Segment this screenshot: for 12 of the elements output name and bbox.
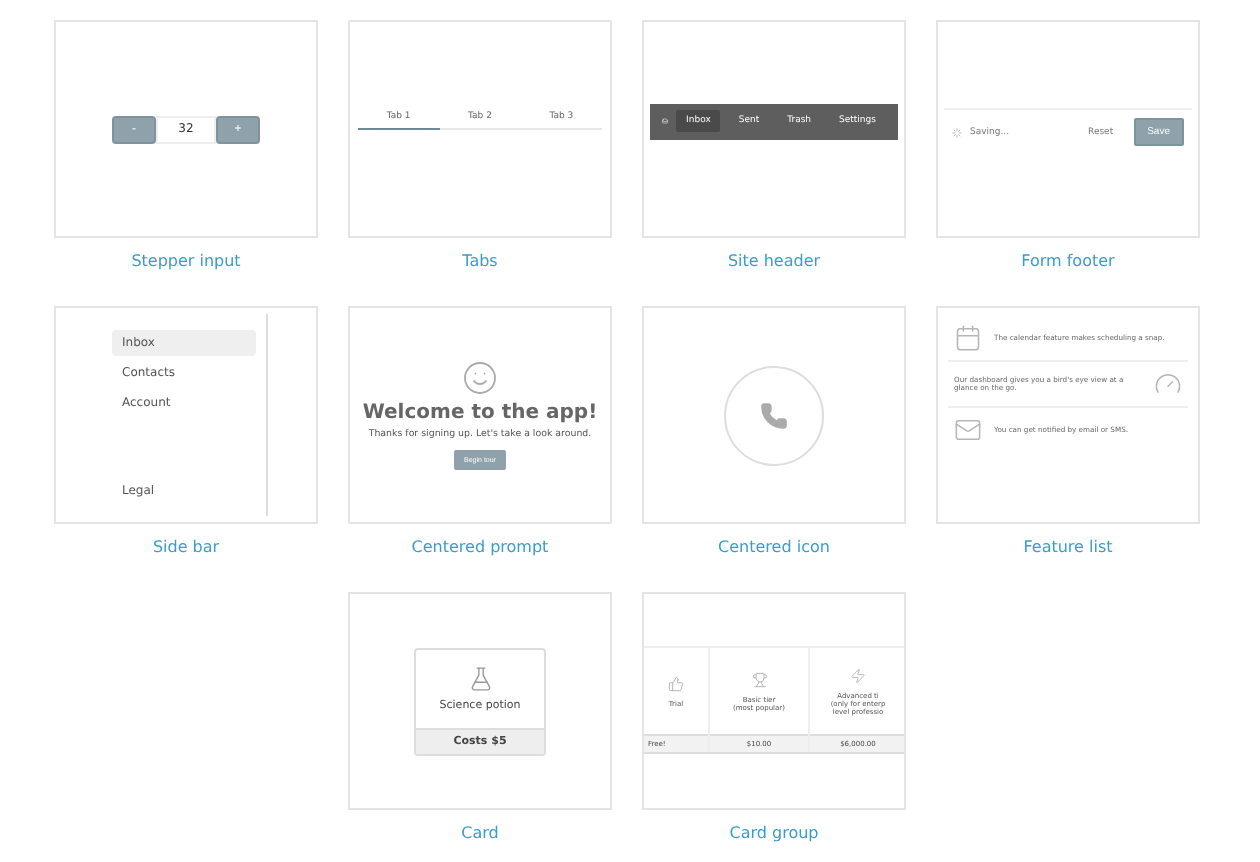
- lightning-icon: [850, 667, 866, 683]
- thumbs-up-icon: [668, 675, 684, 691]
- trophy-icon: [751, 671, 767, 687]
- preview-tile[interactable]: [642, 306, 906, 524]
- smiley-icon: [462, 360, 498, 396]
- inbox-icon[interactable]: [662, 114, 669, 128]
- flask-icon: [467, 665, 493, 691]
- calendar-icon: [954, 324, 982, 352]
- envelope-icon: [954, 416, 982, 444]
- phone-icon: [760, 401, 788, 429]
- prompt-title: Welcome to the app!: [362, 402, 598, 424]
- gauge-icon: [1154, 370, 1182, 398]
